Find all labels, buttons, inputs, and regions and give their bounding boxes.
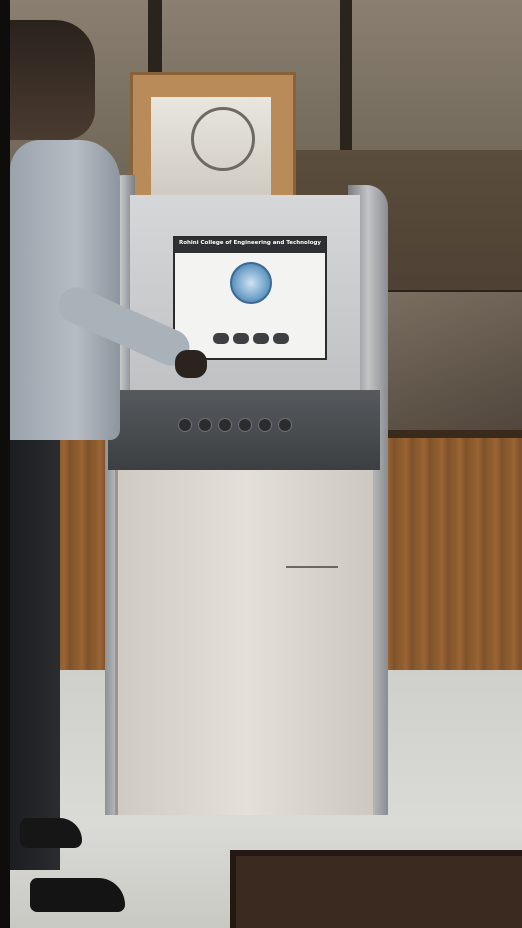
college-emblem-icon xyxy=(230,262,272,304)
keypad-button[interactable] xyxy=(238,418,252,432)
keypad-button[interactable] xyxy=(218,418,232,432)
kiosk-cabinet xyxy=(115,470,373,815)
keypad-button[interactable] xyxy=(198,418,212,432)
screen-title: Rohini College of Engineering and Techno… xyxy=(175,238,325,253)
glass-display-case xyxy=(385,290,522,434)
keypad xyxy=(178,418,292,432)
wall-frame xyxy=(130,72,296,208)
screen-menu xyxy=(213,333,289,344)
photo-scene: Rohini College of Engineering and Techno… xyxy=(0,0,522,928)
screen-menu-button-3[interactable] xyxy=(253,333,269,344)
frame-glass xyxy=(151,97,271,197)
person-head xyxy=(10,20,95,140)
person-hand xyxy=(175,350,207,378)
keypad-button[interactable] xyxy=(258,418,272,432)
brand-underline xyxy=(286,566,338,568)
person-legs xyxy=(10,430,60,870)
floor-mat xyxy=(230,850,522,928)
brand-logo-icon xyxy=(293,540,333,560)
keypad-button[interactable] xyxy=(278,418,292,432)
screen-menu-button-1[interactable] xyxy=(213,333,229,344)
screen-menu-button-4[interactable] xyxy=(273,333,289,344)
person-shoe xyxy=(30,878,125,912)
person-shoe xyxy=(20,818,82,848)
image-edge xyxy=(0,0,10,928)
screen-menu-button-2[interactable] xyxy=(233,333,249,344)
keypad-button[interactable] xyxy=(178,418,192,432)
college-seal-icon xyxy=(191,107,255,171)
kiosk-touchscreen[interactable]: Rohini College of Engineering and Techno… xyxy=(173,236,327,360)
kiosk-keypad-deck xyxy=(108,390,380,470)
